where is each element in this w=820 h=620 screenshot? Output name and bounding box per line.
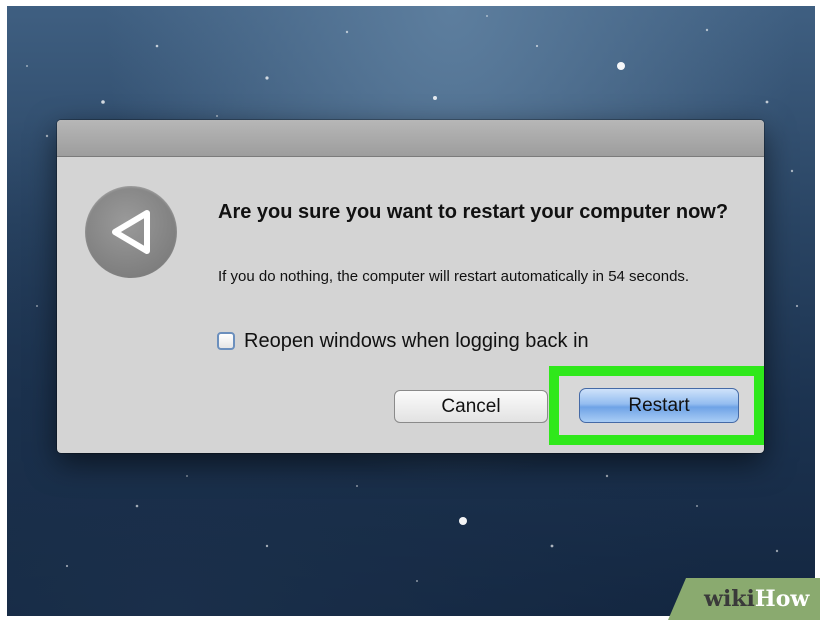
dialog-message: If you do nothing, the computer will res… bbox=[218, 268, 690, 285]
watermark-wiki: wiki bbox=[704, 586, 755, 612]
restart-highlight-box: Restart bbox=[549, 366, 764, 445]
reopen-windows-label[interactable]: Reopen windows when logging back in bbox=[244, 330, 589, 353]
screenshot-canvas: Are you sure you want to restart your co… bbox=[0, 0, 820, 620]
restart-button[interactable]: Restart bbox=[579, 388, 739, 423]
restart-arrow-glyph bbox=[112, 210, 150, 254]
restart-arrow-icon bbox=[85, 186, 177, 278]
reopen-windows-option[interactable]: Reopen windows when logging back in bbox=[217, 327, 589, 355]
watermark-how: How bbox=[754, 586, 810, 612]
watermark-text: wikiHow bbox=[704, 586, 809, 612]
wikihow-watermark: wikiHow bbox=[668, 578, 820, 620]
reopen-windows-checkbox[interactable] bbox=[217, 332, 235, 350]
cancel-button[interactable]: Cancel bbox=[394, 390, 548, 423]
dialog-heading: Are you sure you want to restart your co… bbox=[218, 201, 729, 223]
dialog-titlebar[interactable] bbox=[57, 120, 764, 157]
